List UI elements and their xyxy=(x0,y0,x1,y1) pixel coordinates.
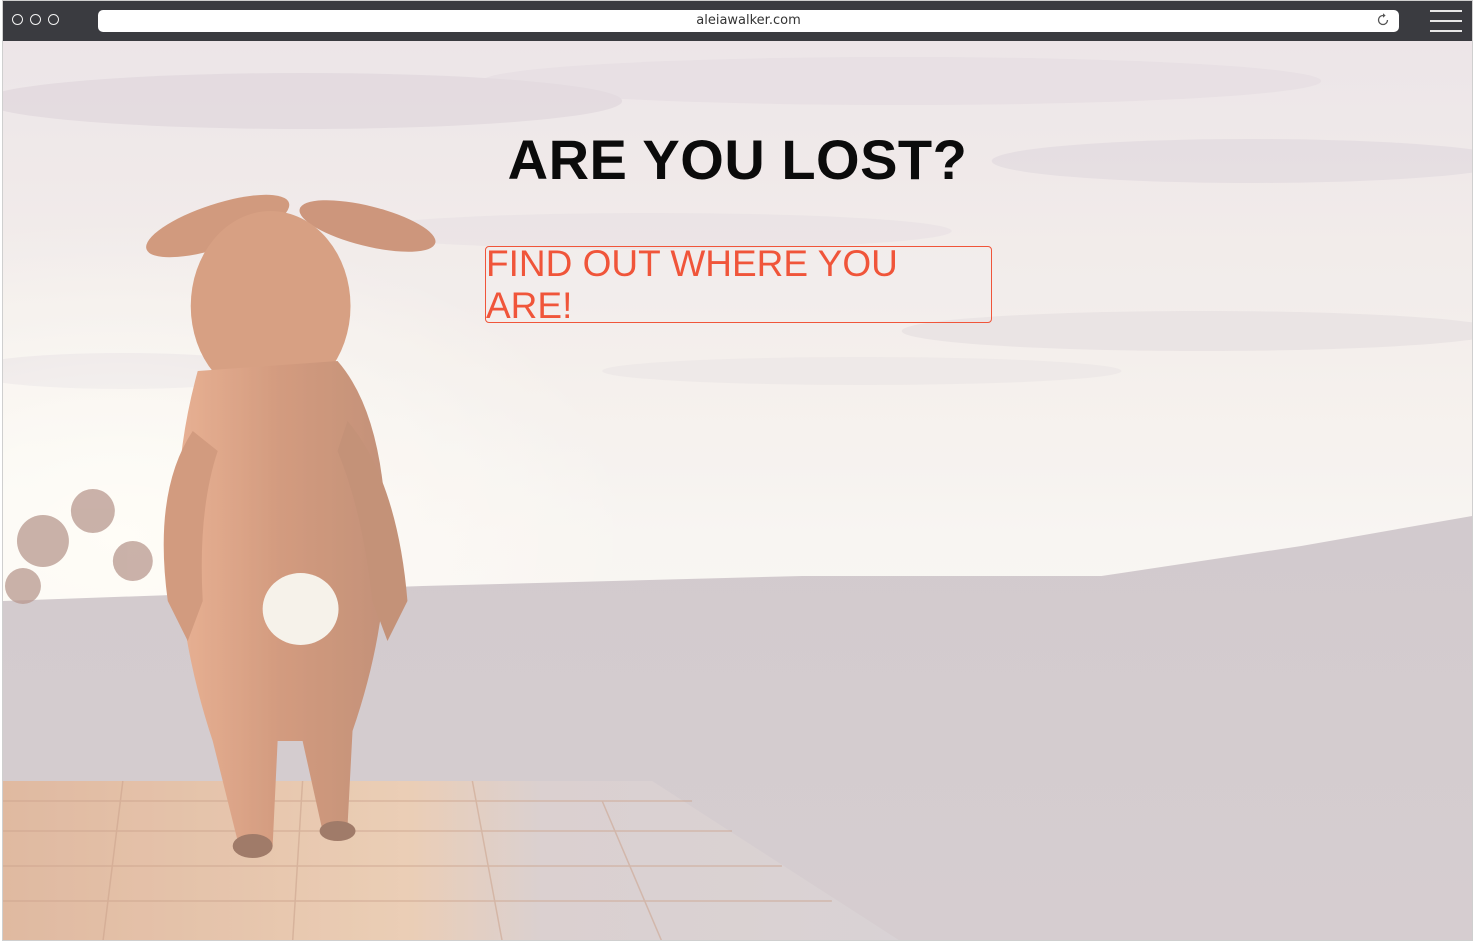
reload-icon[interactable] xyxy=(1375,12,1391,28)
maximize-window-button[interactable] xyxy=(48,14,59,25)
page-heading: ARE YOU LOST? xyxy=(507,128,968,191)
browser-window: aleiawalker.com ARE YOU LOST? FIND OUT W… xyxy=(2,0,1473,941)
address-url: aleiawalker.com xyxy=(696,13,801,28)
find-location-button[interactable]: FIND OUT WHERE YOU ARE! xyxy=(485,243,992,326)
minimize-window-button[interactable] xyxy=(30,14,41,25)
hero-section: ARE YOU LOST? FIND OUT WHERE YOU ARE! xyxy=(3,41,1472,940)
browser-toolbar: aleiawalker.com xyxy=(3,1,1472,41)
window-controls xyxy=(12,14,59,25)
hamburger-menu-icon[interactable] xyxy=(1430,10,1462,32)
close-window-button[interactable] xyxy=(12,14,23,25)
address-bar[interactable]: aleiawalker.com xyxy=(98,10,1399,32)
